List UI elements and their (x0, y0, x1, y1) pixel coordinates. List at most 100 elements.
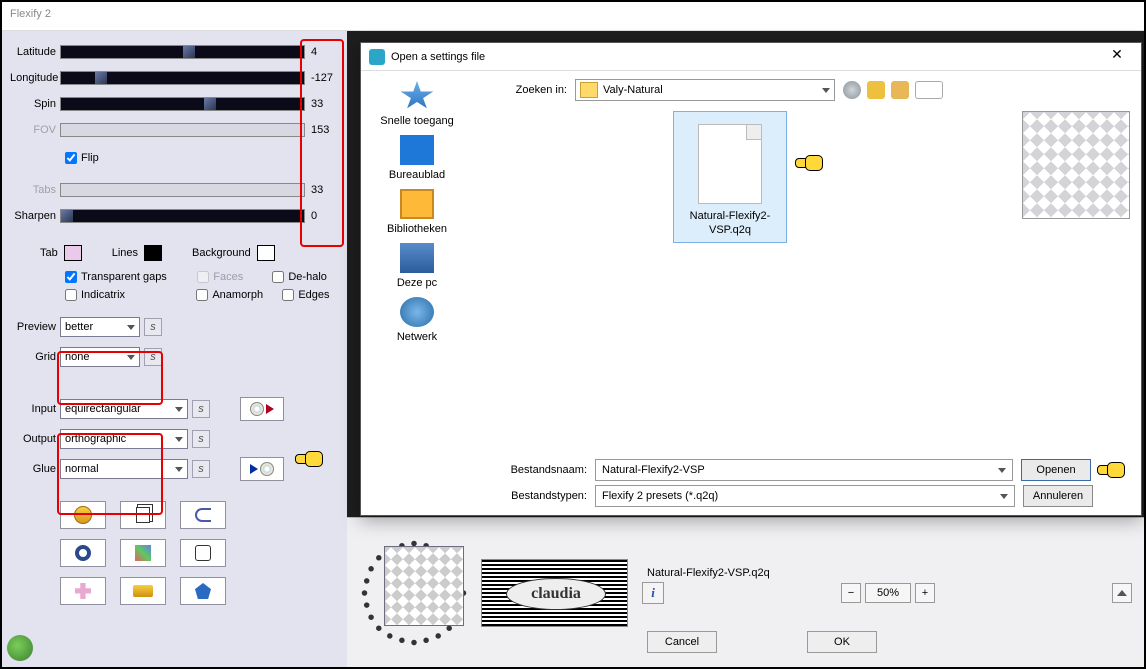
save-play-icon (250, 464, 258, 474)
tab-color-swatch[interactable] (64, 245, 82, 261)
libraries-icon (400, 189, 434, 219)
sharpen-value[interactable]: 0 (309, 209, 339, 223)
transparent-gaps-checkbox[interactable] (65, 271, 77, 283)
lookin-combo[interactable]: Valy-Natural (575, 79, 835, 101)
spin-slider[interactable] (60, 97, 305, 111)
fov-value[interactable]: 153 (309, 123, 339, 137)
place-net-label: Netwerk (365, 331, 469, 343)
cancel-button[interactable]: Cancel (647, 631, 717, 653)
tab-color-label: Tab (40, 247, 58, 259)
glue-s-button[interactable]: s (192, 460, 210, 478)
preview-label: Preview (10, 321, 60, 333)
tool-plus-button[interactable] (60, 577, 106, 605)
open-button[interactable]: Openen (1021, 459, 1091, 481)
anamorph-label: Anamorph (212, 289, 263, 301)
plus-icon (75, 583, 91, 599)
lines-color-swatch[interactable] (144, 245, 162, 261)
nav-up-button[interactable] (867, 81, 885, 99)
input-combo[interactable]: equirectangular (60, 399, 188, 419)
preview-thumbnail[interactable] (384, 546, 464, 626)
filename-value: Natural-Flexify2-VSP (602, 464, 705, 476)
grid-s-button[interactable]: s (144, 348, 162, 366)
output-value: orthographic (65, 433, 126, 445)
preview-combo[interactable]: better (60, 317, 140, 337)
load-preset-button[interactable] (240, 397, 284, 421)
dialog-titlebar[interactable]: Open a settings file ✕ (361, 43, 1141, 71)
faces-label: Faces (213, 271, 243, 283)
tool-dice-button[interactable] (180, 539, 226, 567)
output-combo[interactable]: orthographic (60, 429, 188, 449)
info-button[interactable]: i (642, 582, 664, 604)
chevron-up-icon (1117, 590, 1127, 596)
view-mode-button[interactable] (915, 81, 943, 99)
place-quick-access[interactable]: Snelle toegang (365, 81, 469, 127)
place-desktop[interactable]: Bureaublad (365, 135, 469, 181)
glue-value: normal (65, 463, 99, 475)
faces-checkbox (197, 271, 209, 283)
dehalo-checkbox[interactable] (272, 271, 284, 283)
flip-checkbox[interactable] (65, 152, 77, 164)
grid-label: Grid (10, 351, 60, 363)
spin-thumb[interactable] (204, 98, 216, 110)
sharpen-thumb[interactable] (61, 210, 73, 222)
input-s-button[interactable]: s (192, 400, 210, 418)
sharpen-slider[interactable] (60, 209, 305, 223)
result-thumbnail (481, 559, 628, 627)
indicatrix-checkbox[interactable] (65, 289, 77, 301)
longitude-value[interactable]: -127 (309, 71, 339, 85)
longitude-thumb[interactable] (95, 72, 107, 84)
dialog-cancel-button[interactable]: Annuleren (1023, 485, 1093, 507)
spin-value[interactable]: 33 (309, 97, 339, 111)
longitude-label: Longitude (10, 72, 60, 84)
output-s-button[interactable]: s (192, 430, 210, 448)
place-libraries[interactable]: Bibliotheken (365, 189, 469, 235)
place-network[interactable]: Netwerk (365, 297, 469, 343)
output-label: Output (10, 433, 60, 445)
indicatrix-label: Indicatrix (81, 289, 125, 301)
glue-combo[interactable]: normal (60, 459, 188, 479)
tool-globe-button[interactable] (60, 501, 106, 529)
grid-combo[interactable]: none (60, 347, 140, 367)
zoom-out-button[interactable]: − (841, 583, 861, 603)
dialog-close-button[interactable]: ✕ (1101, 46, 1133, 68)
ok-button[interactable]: OK (807, 631, 877, 653)
transparent-gaps-label: Transparent gaps (81, 271, 167, 283)
tool-brick-button[interactable] (120, 577, 166, 605)
tabs-value[interactable]: 33 (309, 183, 339, 197)
latitude-value[interactable]: 4 (309, 45, 339, 59)
file-item-selected[interactable]: Natural-Flexify2-VSP.q2q (673, 111, 787, 243)
latitude-thumb[interactable] (183, 46, 195, 58)
preset-filename: Natural-Flexify2-VSP.q2q (647, 567, 770, 579)
preview-value: better (65, 321, 93, 333)
tool-undo-button[interactable] (180, 501, 226, 529)
filename-input[interactable]: Natural-Flexify2-VSP (595, 459, 1013, 481)
latitude-slider[interactable] (60, 45, 305, 59)
dehalo-label: De-halo (288, 271, 327, 283)
nav-back-button[interactable] (843, 81, 861, 99)
app-titlebar[interactable]: Flexify 2 (2, 2, 1144, 31)
tool-cube-button[interactable] (120, 539, 166, 567)
network-icon (400, 297, 434, 327)
tool-ring-button[interactable] (60, 539, 106, 567)
tool-pentagon-button[interactable] (180, 577, 226, 605)
palette-icon[interactable] (7, 635, 33, 661)
tool-copy-button[interactable] (120, 501, 166, 529)
dialog-title: Open a settings file (391, 51, 485, 63)
globe-icon (74, 506, 92, 524)
place-libs-label: Bibliotheken (365, 223, 469, 235)
star-icon (400, 81, 434, 111)
background-color-swatch[interactable] (257, 245, 275, 261)
desktop-icon (400, 135, 434, 165)
collapse-button[interactable] (1112, 583, 1132, 603)
zoom-level[interactable]: 50% (865, 583, 911, 603)
edges-checkbox[interactable] (282, 289, 294, 301)
place-this-pc[interactable]: Deze pc (365, 243, 469, 289)
preview-s-button[interactable]: s (144, 318, 162, 336)
new-folder-button[interactable] (891, 81, 909, 99)
longitude-slider[interactable] (60, 71, 305, 85)
anamorph-checkbox[interactable] (196, 289, 208, 301)
filetype-combo[interactable]: Flexify 2 presets (*.q2q) (595, 485, 1015, 507)
zoom-in-button[interactable]: + (915, 583, 935, 603)
pc-icon (400, 243, 434, 273)
save-preset-button[interactable] (240, 457, 284, 481)
